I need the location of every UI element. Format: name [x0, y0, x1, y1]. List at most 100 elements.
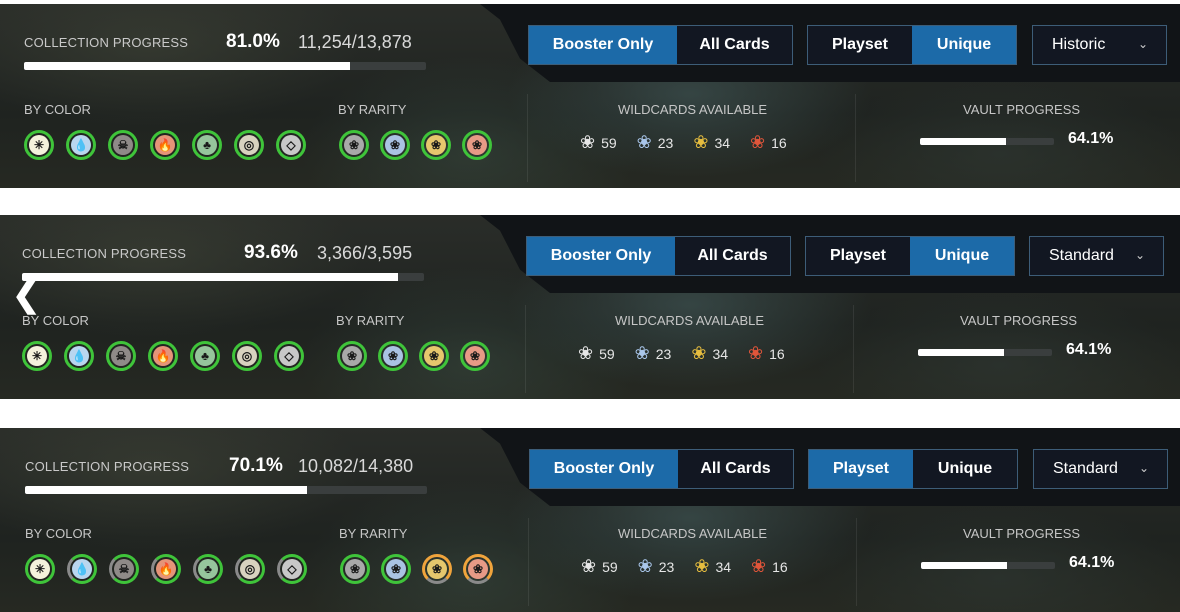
collection-progress-fill: [24, 62, 350, 70]
collection-percent: 81.0%: [226, 31, 280, 52]
wildcard-count: 34: [715, 558, 732, 575]
format-dropdown[interactable]: Standard ⌄: [1029, 236, 1164, 276]
unique-button[interactable]: Unique: [913, 450, 1017, 488]
rarity-filter-toggle[interactable]: ❀: [381, 554, 411, 584]
chevron-left-icon[interactable]: ❮: [12, 275, 41, 315]
collection-progress-bar: [22, 273, 424, 281]
mythic-rarity-icon: ❀: [468, 559, 488, 579]
chevron-down-icon: ⌄: [1134, 248, 1145, 262]
playset-button[interactable]: Playset: [806, 237, 910, 275]
rarity-filter-toggle[interactable]: ❀: [340, 554, 370, 584]
all-cards-button[interactable]: All Cards: [677, 26, 792, 64]
common-wildcard-icon: ❀: [578, 343, 594, 363]
vault-progress-bar: [920, 138, 1054, 145]
colorless-mana-icon: ◎: [237, 346, 257, 366]
wildcard-item: ❀ 59: [578, 343, 615, 364]
count-mode-toggle: Playset Unique: [807, 25, 1017, 65]
color-filter-icons: ✳ 💧 ☠ 🔥 ♣ ◎ ◇: [25, 554, 307, 584]
rarity-filter-toggle[interactable]: ❀: [337, 341, 367, 371]
format-dropdown-value: Standard: [1049, 247, 1114, 264]
wildcard-item: ❀ 34: [694, 556, 731, 577]
color-filter-icons: ✳ 💧 ☠ 🔥 ♣ ◎ ◇: [24, 130, 306, 160]
all-cards-button[interactable]: All Cards: [678, 450, 793, 488]
all-cards-button[interactable]: All Cards: [675, 237, 790, 275]
white-mana-icon: ✳: [29, 135, 49, 155]
red-mana-icon: 🔥: [155, 135, 175, 155]
playset-button[interactable]: Playset: [808, 26, 912, 64]
format-dropdown[interactable]: Standard ⌄: [1033, 449, 1168, 489]
color-filter-toggle[interactable]: ♣: [192, 130, 222, 160]
color-filter-toggle[interactable]: ✳: [24, 130, 54, 160]
booster-only-button[interactable]: Booster Only: [527, 237, 675, 275]
section-divider: [527, 94, 528, 182]
booster-only-button[interactable]: Booster Only: [529, 26, 677, 64]
by-rarity-label: BY RARITY: [339, 526, 408, 541]
color-filter-toggle[interactable]: 🔥: [150, 130, 180, 160]
wildcard-count: 16: [769, 345, 785, 362]
wildcard-item: ❀ 23: [635, 343, 672, 364]
rarity-filter-toggle[interactable]: ❀: [339, 130, 369, 160]
color-filter-toggle[interactable]: ◎: [232, 341, 262, 371]
section-divider: [853, 305, 854, 393]
rare-wildcard-icon: ❀: [691, 343, 707, 363]
white-mana-icon: ✳: [27, 346, 47, 366]
unique-button[interactable]: Unique: [910, 237, 1014, 275]
color-filter-toggle[interactable]: 🔥: [151, 554, 181, 584]
wildcard-item: ❀ 23: [638, 556, 675, 577]
color-filter-toggle[interactable]: ◇: [277, 554, 307, 584]
color-filter-toggle[interactable]: 💧: [64, 341, 94, 371]
rarity-filter-toggle[interactable]: ❀: [380, 130, 410, 160]
rarity-filter-toggle[interactable]: ❀: [462, 130, 492, 160]
collection-progress-label: COLLECTION PROGRESS: [25, 459, 190, 474]
color-filter-toggle[interactable]: 💧: [67, 554, 97, 584]
booster-only-button[interactable]: Booster Only: [530, 450, 678, 488]
rare-wildcard-icon: ❀: [694, 556, 710, 576]
rarity-filter-toggle[interactable]: ❀: [422, 554, 452, 584]
color-filter-toggle[interactable]: ♣: [193, 554, 223, 584]
vault-progress-label: VAULT PROGRESS: [963, 102, 1081, 117]
color-filter-toggle[interactable]: ◎: [234, 130, 264, 160]
wildcards-available-label: WILDCARDS AVAILABLE: [618, 102, 768, 117]
common-rarity-icon: ❀: [345, 559, 365, 579]
color-filter-toggle[interactable]: ☠: [106, 341, 136, 371]
vault-percent: 64.1%: [1066, 341, 1112, 358]
color-filter-toggle[interactable]: ✳: [25, 554, 55, 584]
color-filter-toggle[interactable]: ☠: [109, 554, 139, 584]
format-dropdown-value: Standard: [1053, 460, 1118, 477]
color-filter-toggle[interactable]: ◎: [235, 554, 265, 584]
wildcard-item: ❀ 34: [691, 343, 728, 364]
color-filter-toggle[interactable]: ◇: [276, 130, 306, 160]
color-filter-toggle[interactable]: ◇: [274, 341, 304, 371]
uncommon-rarity-icon: ❀: [383, 346, 403, 366]
rarity-filter-icons: ❀ ❀ ❀ ❀: [340, 554, 493, 584]
playset-button[interactable]: Playset: [809, 450, 913, 488]
color-filter-toggle[interactable]: ✳: [22, 341, 52, 371]
green-mana-icon: ♣: [197, 135, 217, 155]
color-filter-toggle[interactable]: 🔥: [148, 341, 178, 371]
collection-count: 11,254/13,878: [298, 32, 412, 52]
rarity-filter-icons: ❀ ❀ ❀ ❀: [339, 130, 492, 160]
rarity-filter-toggle[interactable]: ❀: [421, 130, 451, 160]
color-filter-toggle[interactable]: ♣: [190, 341, 220, 371]
by-rarity-label: BY RARITY: [338, 102, 407, 117]
by-rarity-label: BY RARITY: [336, 313, 405, 328]
rarity-filter-toggle[interactable]: ❀: [419, 341, 449, 371]
common-wildcard-icon: ❀: [580, 132, 596, 152]
rarity-filter-toggle[interactable]: ❀: [460, 341, 490, 371]
mythic-wildcard-icon: ❀: [750, 132, 766, 152]
collection-percent: 70.1%: [229, 455, 283, 476]
rarity-filter-toggle[interactable]: ❀: [378, 341, 408, 371]
wildcard-item: ❀ 23: [637, 132, 674, 153]
format-dropdown[interactable]: Historic ⌄: [1032, 25, 1167, 65]
green-mana-icon: ♣: [198, 559, 218, 579]
rarity-filter-toggle[interactable]: ❀: [463, 554, 493, 584]
vault-progress-fill: [921, 562, 1007, 569]
uncommon-wildcard-icon: ❀: [636, 132, 652, 152]
red-mana-icon: 🔥: [156, 559, 176, 579]
mythic-wildcard-icon: ❀: [748, 343, 764, 363]
uncommon-rarity-icon: ❀: [386, 559, 406, 579]
color-filter-toggle[interactable]: 💧: [66, 130, 96, 160]
unique-button[interactable]: Unique: [912, 26, 1016, 64]
color-filter-toggle[interactable]: ☠: [108, 130, 138, 160]
wildcards-available-label: WILDCARDS AVAILABLE: [618, 526, 768, 541]
